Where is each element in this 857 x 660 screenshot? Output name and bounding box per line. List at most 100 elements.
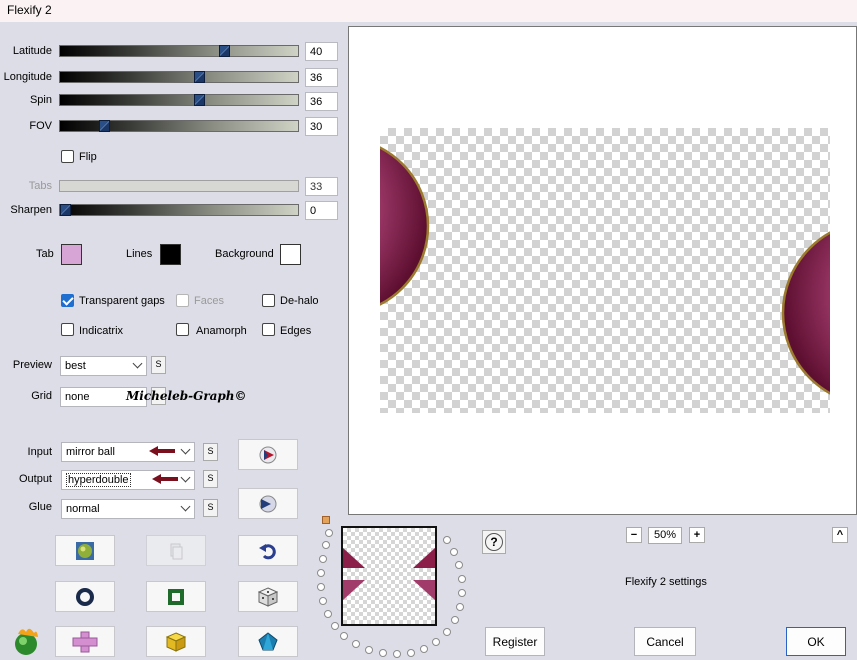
navigator-dot[interactable]: [319, 555, 327, 563]
zoom-out-button[interactable]: −: [626, 527, 642, 543]
globe-icon: [76, 541, 94, 560]
navigator-dot[interactable]: [455, 561, 463, 569]
collapse-button[interactable]: ^: [832, 527, 848, 543]
grid-value: none: [65, 391, 90, 403]
sharpen-slider[interactable]: [59, 204, 299, 216]
slider-thumb[interactable]: [194, 94, 205, 106]
ring-button[interactable]: [55, 581, 115, 612]
app-logo: [10, 624, 42, 659]
navigator-preview: [343, 548, 435, 600]
longitude-slider[interactable]: [59, 71, 299, 83]
navigator-dot[interactable]: [458, 589, 466, 597]
fov-slider[interactable]: [59, 120, 299, 132]
spin-field[interactable]: 36: [305, 92, 338, 111]
edges-checkbox[interactable]: [262, 323, 275, 336]
dice-button[interactable]: [238, 581, 298, 612]
slider-thumb[interactable]: [60, 204, 71, 216]
navigator-dot[interactable]: [331, 622, 339, 630]
output-s-button[interactable]: S: [203, 470, 218, 488]
de-halo-checkbox[interactable]: [262, 294, 275, 307]
indicatrix-checkbox[interactable]: [61, 323, 74, 336]
forward-sphere-button[interactable]: [238, 488, 298, 519]
sharpen-label: Sharpen: [10, 204, 52, 216]
fov-field[interactable]: 30: [305, 117, 338, 136]
navigator-dot[interactable]: [324, 610, 332, 618]
navigator-dot[interactable]: [450, 548, 458, 556]
navigator-dot[interactable]: [451, 616, 459, 624]
navigator-thumbnail[interactable]: [341, 526, 437, 626]
dice-icon: [258, 586, 278, 607]
glue-s-button[interactable]: S: [203, 499, 218, 517]
longitude-field[interactable]: 36: [305, 68, 338, 87]
spin-slider[interactable]: [59, 94, 299, 106]
navigator-dot[interactable]: [317, 583, 325, 591]
sharpen-field[interactable]: 0: [305, 201, 338, 220]
navigator-dot[interactable]: [322, 541, 330, 549]
chevron-down-icon: [180, 501, 191, 512]
ring-icon: [76, 587, 94, 606]
navigator-dot[interactable]: [458, 575, 466, 583]
fov-label: FOV: [29, 120, 52, 132]
navigator-dot[interactable]: [352, 640, 360, 648]
latitude-slider[interactable]: [59, 45, 299, 57]
latitude-field[interactable]: 40: [305, 42, 338, 61]
help-button[interactable]: ?: [482, 530, 506, 554]
navigator-dot[interactable]: [317, 569, 325, 577]
faces-label: Faces: [194, 295, 224, 307]
preview-canvas[interactable]: [348, 26, 857, 515]
navigator-dot[interactable]: [443, 628, 451, 636]
tabs-field: 33: [305, 177, 338, 196]
preview-s-button[interactable]: S: [151, 356, 166, 374]
pentagon-button[interactable]: [238, 626, 298, 657]
lines-color-swatch[interactable]: [160, 244, 181, 265]
undo-button[interactable]: [238, 535, 298, 566]
thumbnail-handle[interactable]: [322, 516, 330, 524]
cancel-button[interactable]: Cancel: [634, 627, 696, 656]
preview-sphere-button[interactable]: [238, 439, 298, 470]
pentagon-icon: [258, 631, 278, 650]
input-s-button[interactable]: S: [203, 443, 218, 461]
zoom-in-button[interactable]: +: [689, 527, 705, 543]
slider-thumb[interactable]: [99, 120, 110, 132]
globe-button[interactable]: [55, 535, 115, 566]
cube-icon: [165, 631, 187, 652]
register-button[interactable]: Register: [485, 627, 545, 656]
navigator-dot[interactable]: [432, 638, 440, 646]
navigator-dot[interactable]: [365, 646, 373, 654]
navigator-dot[interactable]: [379, 649, 387, 657]
square-frame-button[interactable]: [146, 581, 206, 612]
navigator-dot[interactable]: [443, 536, 451, 544]
input-value: mirror ball: [66, 446, 115, 458]
chevron-down-icon: [132, 358, 143, 369]
undo-icon: [259, 543, 276, 559]
ok-button[interactable]: OK: [786, 627, 846, 656]
preview-dropdown[interactable]: best: [60, 356, 147, 376]
anamorph-checkbox[interactable]: [176, 323, 189, 336]
navigator-dot[interactable]: [393, 650, 401, 658]
input-label: Input: [27, 446, 52, 458]
navigator-dot[interactable]: [407, 649, 415, 657]
mirror-ball-render: [380, 146, 830, 395]
chevron-down-icon: [180, 472, 191, 483]
navigator-dot[interactable]: [325, 529, 333, 537]
navigator-dot[interactable]: [340, 632, 348, 640]
cross-button[interactable]: [55, 626, 115, 657]
transparent-gaps-checkbox[interactable]: [61, 294, 74, 307]
navigator-dot[interactable]: [456, 603, 464, 611]
tab-color-swatch[interactable]: [61, 244, 82, 265]
zoom-level[interactable]: 50%: [648, 527, 682, 544]
slider-thumb[interactable]: [219, 45, 230, 57]
cube-button[interactable]: [146, 626, 206, 657]
pointer-arrow-icon: [152, 474, 178, 484]
preview-label: Preview: [12, 359, 52, 371]
slider-thumb[interactable]: [194, 71, 205, 83]
output-value: hyperdouble: [66, 473, 131, 487]
play-sphere-icon: [259, 446, 277, 463]
background-color-swatch[interactable]: [280, 244, 301, 265]
lines-color-label: Lines: [126, 248, 153, 260]
flip-checkbox[interactable]: [61, 150, 74, 163]
navigator-dot[interactable]: [420, 645, 428, 653]
glue-dropdown[interactable]: normal: [61, 499, 195, 519]
navigator-dot[interactable]: [319, 597, 327, 605]
edges-label: Edges: [280, 325, 312, 337]
